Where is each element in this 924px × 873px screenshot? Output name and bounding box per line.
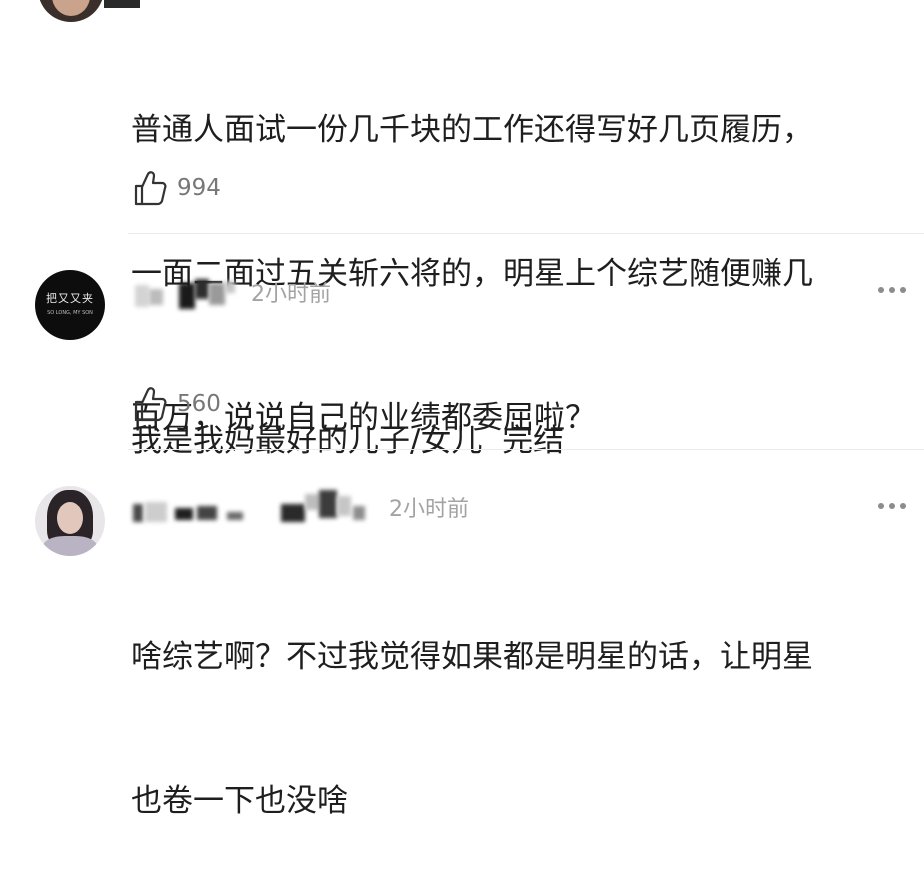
like-button[interactable]: 560: [133, 386, 221, 422]
comment-line: 啥综艺啊？不过我觉得如果都是明星的话，让明星: [131, 639, 813, 675]
more-dots-icon: [900, 287, 906, 293]
more-dots-icon: [889, 287, 895, 293]
more-options-button[interactable]: [878, 503, 906, 509]
comment-time: 2小时前: [389, 497, 469, 522]
comment-time: 2小时前: [251, 282, 331, 307]
username-redacted: [104, 0, 140, 8]
comment-line: 普通人面试一份几千块的工作还得写好几页履历，: [131, 112, 813, 148]
username-redacted[interactable]: [131, 490, 381, 524]
more-dots-icon: [889, 503, 895, 509]
comment-line: 我是我妈最好的儿子/女儿 完结: [131, 423, 565, 459]
like-count: 560: [177, 391, 221, 417]
comment-text: 啥综艺啊？不过我觉得如果都是明星的话，让明星 也卷一下也没啥: [131, 537, 813, 873]
avatar[interactable]: [35, 486, 105, 556]
comment-line: 也卷一下也没啥: [131, 783, 348, 819]
more-dots-icon: [878, 287, 884, 293]
more-options-button[interactable]: [878, 287, 906, 293]
divider: [128, 233, 924, 234]
more-dots-icon: [878, 503, 884, 509]
like-count: 994: [177, 175, 221, 201]
avatar[interactable]: [38, 0, 104, 22]
comment-meta: 2小时前: [131, 276, 331, 309]
thumbs-up-icon: [134, 171, 167, 206]
avatar-subtext: SO LONG, MY SON: [47, 310, 93, 316]
username-redacted[interactable]: [131, 277, 243, 309]
thumbs-up-icon: [134, 387, 167, 422]
more-dots-icon: [900, 503, 906, 509]
comment-meta: 2小时前: [131, 490, 469, 524]
divider: [128, 449, 924, 450]
avatar[interactable]: 把又又夹 SO LONG, MY SON: [35, 270, 105, 340]
like-button[interactable]: 994: [133, 170, 221, 206]
dark-logo-avatar: 把又又夹: [46, 292, 94, 305]
